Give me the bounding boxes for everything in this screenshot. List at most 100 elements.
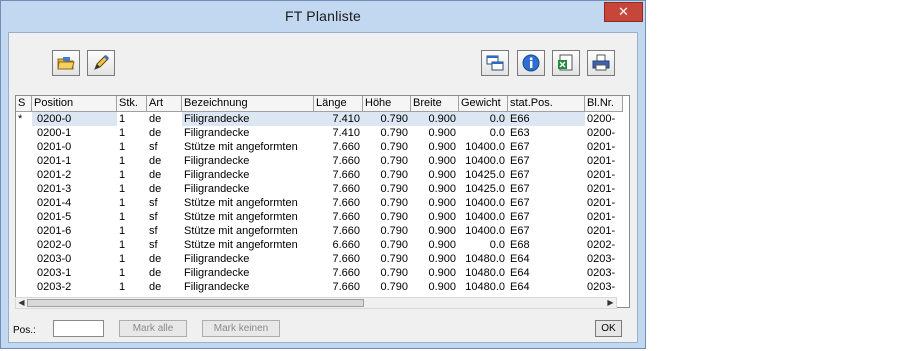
cell-art: de: [149, 183, 162, 195]
windows-layout-icon: [486, 55, 504, 71]
cell-laenge: 7.660: [332, 281, 360, 293]
cell-art: sf: [149, 141, 158, 153]
cell-art: de: [149, 169, 162, 181]
cell-stat-pos: E64: [510, 281, 530, 293]
ok-button[interactable]: OK: [595, 320, 622, 337]
table-row[interactable]: 0203-2 1 de Filigrandecke 7.660 0.790 0.900 104…: [16, 280, 623, 294]
cell-s: [16, 210, 32, 224]
cell-hoehe: 0.790: [380, 197, 408, 209]
title-bar[interactable]: FT Planliste ✕: [1, 1, 645, 31]
cell-position: 0203-0: [37, 253, 72, 265]
cell-laenge: 7.660: [332, 253, 360, 265]
cell-hoehe: 0.790: [380, 183, 408, 195]
cell-hoehe: 0.790: [380, 225, 408, 237]
info-button[interactable]: [517, 50, 545, 76]
column-header-bezeichnung[interactable]: Bezeichnung: [182, 96, 314, 111]
cell-bl-nr: 0201-: [587, 183, 616, 195]
cell-stat-pos: E64: [510, 253, 530, 265]
cell-s: [16, 252, 32, 266]
cell-stat-pos: E63: [510, 127, 530, 139]
scroll-right-icon[interactable]: ▶: [605, 298, 616, 308]
cell-bl-nr: 0201-: [587, 211, 616, 223]
cell-gewicht: 10480.0: [465, 267, 505, 279]
scroll-left-icon[interactable]: ◀: [16, 298, 27, 308]
cell-hoehe: 0.790: [380, 281, 408, 293]
cell-laenge: 7.660: [332, 169, 360, 181]
pos-label: Pos.:: [13, 325, 36, 336]
plan-list-table[interactable]: S Position Stk. Art Bezeichnung Länge Hö…: [15, 95, 630, 308]
column-header-bl-nr[interactable]: Bl.Nr.: [585, 96, 623, 111]
open-button[interactable]: [52, 50, 80, 76]
horizontal-scroll-thumb[interactable]: [27, 299, 364, 307]
print-button[interactable]: [587, 50, 615, 76]
vertical-scrollbar[interactable]: ▲ ▼: [629, 112, 630, 292]
cell-bl-nr: 0201-: [587, 141, 616, 153]
cell-laenge: 7.660: [332, 267, 360, 279]
cell-hoehe: 0.790: [380, 211, 408, 223]
cell-bl-nr: 0202-: [587, 239, 616, 251]
cell-gewicht: 0.0: [489, 127, 505, 139]
windows-layout-button[interactable]: [481, 50, 509, 76]
close-button[interactable]: ✕: [604, 2, 643, 22]
table-row[interactable]: 0201-0 1 sf Stütze mit angeformten 7.660 0.79…: [16, 140, 623, 154]
cell-gewicht: 10425.0: [465, 169, 505, 181]
info-icon: [522, 54, 540, 72]
column-header-stat-pos[interactable]: stat.Pos.: [508, 96, 585, 111]
cell-bezeichnung: Filigrandecke: [184, 253, 250, 265]
cell-laenge: 6.660: [332, 239, 360, 251]
close-icon: ✕: [618, 4, 629, 19]
cell-bezeichnung: Stütze mit angeformten: [184, 239, 298, 251]
cell-stk: 1: [119, 197, 126, 209]
cell-bl-nr: 0200-: [587, 113, 616, 125]
cell-stat-pos: E67: [510, 155, 530, 167]
mark-all-button[interactable]: Mark alle: [119, 320, 187, 337]
pos-input[interactable]: [53, 320, 104, 337]
cell-stk: 1: [119, 211, 126, 223]
cell-bl-nr: 0201-: [587, 155, 616, 167]
cell-laenge: 7.660: [332, 141, 360, 153]
cell-breite: 0.900: [428, 197, 456, 209]
table-row[interactable]: 0203-1 1 de Filigrandecke 7.660 0.790 0.900 104…: [16, 266, 623, 280]
cell-stk: 1: [119, 127, 126, 139]
cell-laenge: 7.410: [314, 112, 363, 126]
excel-export-button[interactable]: [552, 50, 580, 76]
table-row[interactable]: 0201-5 1 sf Stütze mit angeformten 7.660 0.79…: [16, 210, 623, 224]
column-header-art[interactable]: Art: [147, 96, 182, 111]
cell-stk: 1: [119, 113, 126, 125]
column-header-position[interactable]: Position: [32, 96, 117, 111]
cell-bl-nr: 0203-: [587, 281, 616, 293]
cell-breite: 0.900: [428, 127, 456, 139]
cell-bl-nr: 0201-: [587, 225, 616, 237]
column-header-breite[interactable]: Breite: [411, 96, 459, 111]
cell-stk: 1: [119, 281, 126, 293]
table-row[interactable]: * 0200-0 1 de Filigrandecke 7.410 0.790 0.900 0.…: [16, 112, 623, 126]
cell-breite: 0.900: [428, 239, 456, 251]
cell-art: sf: [149, 197, 158, 209]
cell-stat-pos: E64: [510, 267, 530, 279]
table-row[interactable]: 0203-0 1 de Filigrandecke 7.660 0.790 0.900 104…: [16, 252, 623, 266]
column-header-s[interactable]: S: [16, 96, 32, 111]
column-header-gewicht[interactable]: Gewicht: [459, 96, 508, 111]
mark-none-button[interactable]: Mark keinen: [202, 320, 280, 337]
table-row[interactable]: 0202-0 1 sf Stütze mit angeformten 6.660 0.79…: [16, 238, 623, 252]
table-row[interactable]: 0201-6 1 sf Stütze mit angeformten 7.660 0.79…: [16, 224, 623, 238]
table-row[interactable]: 0201-2 1 de Filigrandecke 7.660 0.790 0.900 104…: [16, 168, 623, 182]
table-row[interactable]: 0201-3 1 de Filigrandecke 7.660 0.790 0.900 104…: [16, 182, 623, 196]
cell-gewicht: 10400.0: [465, 141, 505, 153]
horizontal-scrollbar[interactable]: ◀ ▶: [15, 297, 617, 309]
cell-bezeichnung: Filigrandecke: [184, 281, 250, 293]
cell-hoehe: 0.790: [380, 169, 408, 181]
edit-button[interactable]: [87, 50, 115, 76]
cell-bl-nr: 0201-: [587, 197, 616, 209]
cell-stk: 1: [119, 183, 126, 195]
table-row[interactable]: 0200-1 1 de Filigrandecke 7.410 0.790 0.900 0.0…: [16, 126, 623, 140]
cell-gewicht: 0.0: [459, 112, 508, 126]
table-row[interactable]: 0201-4 1 sf Stütze mit angeformten 7.660 0.79…: [16, 196, 623, 210]
column-header-hoehe[interactable]: Höhe: [363, 96, 411, 111]
column-header-stk[interactable]: Stk.: [117, 96, 147, 111]
column-header-laenge[interactable]: Länge: [314, 96, 363, 111]
cell-breite: 0.900: [428, 141, 456, 153]
table-row[interactable]: 0201-1 1 de Filigrandecke 7.660 0.790 0.900 104…: [16, 154, 623, 168]
cell-art: de: [149, 281, 162, 293]
cell-art: sf: [149, 225, 158, 237]
